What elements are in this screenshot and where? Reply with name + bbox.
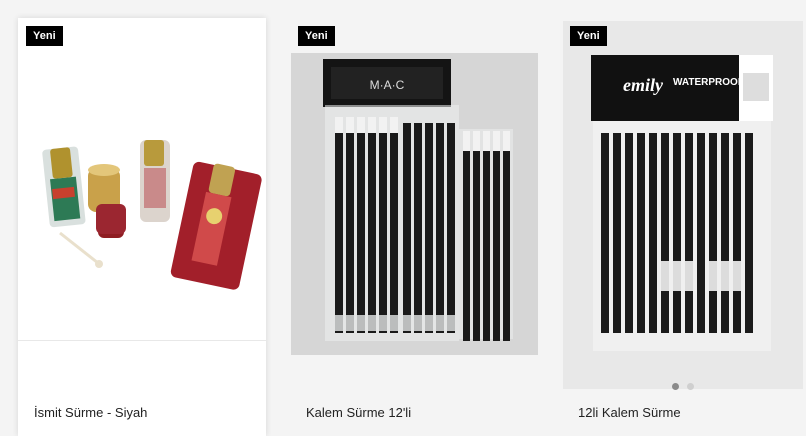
- product-image[interactable]: [18, 18, 266, 340]
- brand-text: M·A·C: [370, 78, 405, 92]
- surme-bottles-image: [42, 140, 262, 290]
- product-title[interactable]: 12li Kalem Sürme: [578, 405, 681, 420]
- mac-pencils-image: M·A·C: [291, 53, 538, 355]
- divider: [18, 340, 266, 341]
- product-card[interactable]: emily WATERPROOF Yeni 12li Kalem Sürme: [560, 18, 806, 436]
- new-badge: Yeni: [26, 26, 63, 46]
- waterproof-label: WATERPROOF: [673, 77, 744, 88]
- carousel-dot[interactable]: [687, 383, 694, 390]
- emily-pencils-image: emily WATERPROOF: [563, 21, 803, 389]
- product-title[interactable]: Kalem Sürme 12'li: [306, 405, 411, 420]
- new-badge: Yeni: [298, 26, 335, 46]
- carousel-dots[interactable]: [672, 377, 702, 395]
- carousel-dot-active[interactable]: [672, 383, 679, 390]
- new-badge: Yeni: [570, 26, 607, 46]
- product-image[interactable]: emily WATERPROOF: [563, 21, 803, 389]
- product-card[interactable]: Yeni İsmit Sürme - Siyah: [18, 18, 266, 436]
- product-title[interactable]: İsmit Sürme - Siyah: [34, 405, 147, 420]
- product-card[interactable]: M·A·C Yeni Kalem Sürme 12'li: [288, 18, 540, 436]
- brand-text: emily: [623, 75, 664, 95]
- product-image[interactable]: M·A·C: [291, 53, 538, 355]
